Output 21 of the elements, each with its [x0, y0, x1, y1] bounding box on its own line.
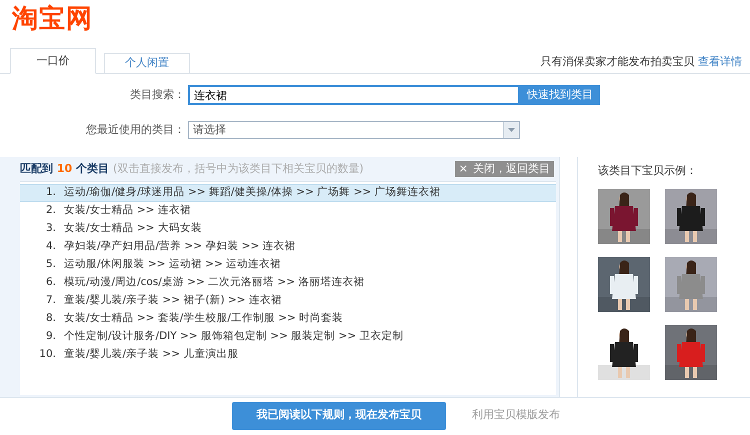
category-item[interactable]: 5. 运动服/休闲服装 >> 运动裙 >> 运动连衣裙	[20, 256, 556, 274]
tab[interactable]: 个人闲置	[104, 53, 190, 73]
category-item[interactable]: 2. 女装/女士精品 >> 连衣裙	[20, 202, 556, 220]
category-item[interactable]: 1. 运动/瑜伽/健身/球迷用品 >> 舞蹈/健美操/体操 >> 广场舞 >> 广场舞连衣裙	[20, 184, 556, 202]
details-link[interactable]: 查看详情	[698, 54, 742, 68]
category-item[interactable]: 8. 女装/女士精品 >> 套装/学生校服/工作制服 >> 时尚套装	[20, 310, 556, 328]
notice-text: 只有消保卖家才能发布拍卖宝贝	[540, 54, 694, 68]
results-summary: 匹配到 10 个类目 (双击直接发布，括号中为该类目下相关宝贝的数量)	[20, 160, 364, 177]
search-field[interactable]: 连衣裙	[188, 85, 520, 105]
tab[interactable]: 一口价	[10, 48, 96, 74]
category-item[interactable]: 10. 童装/婴儿装/亲子装 >> 儿童演出服	[20, 346, 556, 364]
examples-title: 该类目下宝贝示例：	[598, 163, 698, 179]
dropdown-caret-icon	[508, 128, 515, 132]
category-item[interactable]: 9. 个性定制/设计服务/DIY >> 服饰箱包定制 >> 服装定制 >> 卫衣定制	[20, 328, 556, 346]
category-item[interactable]: 7. 童装/婴儿装/亲子装 >> 裙子(新) >> 连衣裙	[20, 292, 556, 310]
category-item[interactable]: 6. 模玩/动漫/周边/cos/桌游 >> 二次元洛丽塔 >> 洛丽塔连衣裙	[20, 274, 556, 292]
field-label: 类目搜索：	[129, 86, 185, 103]
category-item[interactable]: 4. 孕妇装/孕产妇用品/营养 >> 孕妇装 >> 连衣裙	[20, 238, 556, 256]
category-dropdown[interactable]: 请选择	[188, 121, 520, 139]
field-label: 您最近使用的类目：	[85, 122, 185, 138]
category-item[interactable]: 3. 女装/女士精品 >> 大码女装	[20, 220, 556, 238]
